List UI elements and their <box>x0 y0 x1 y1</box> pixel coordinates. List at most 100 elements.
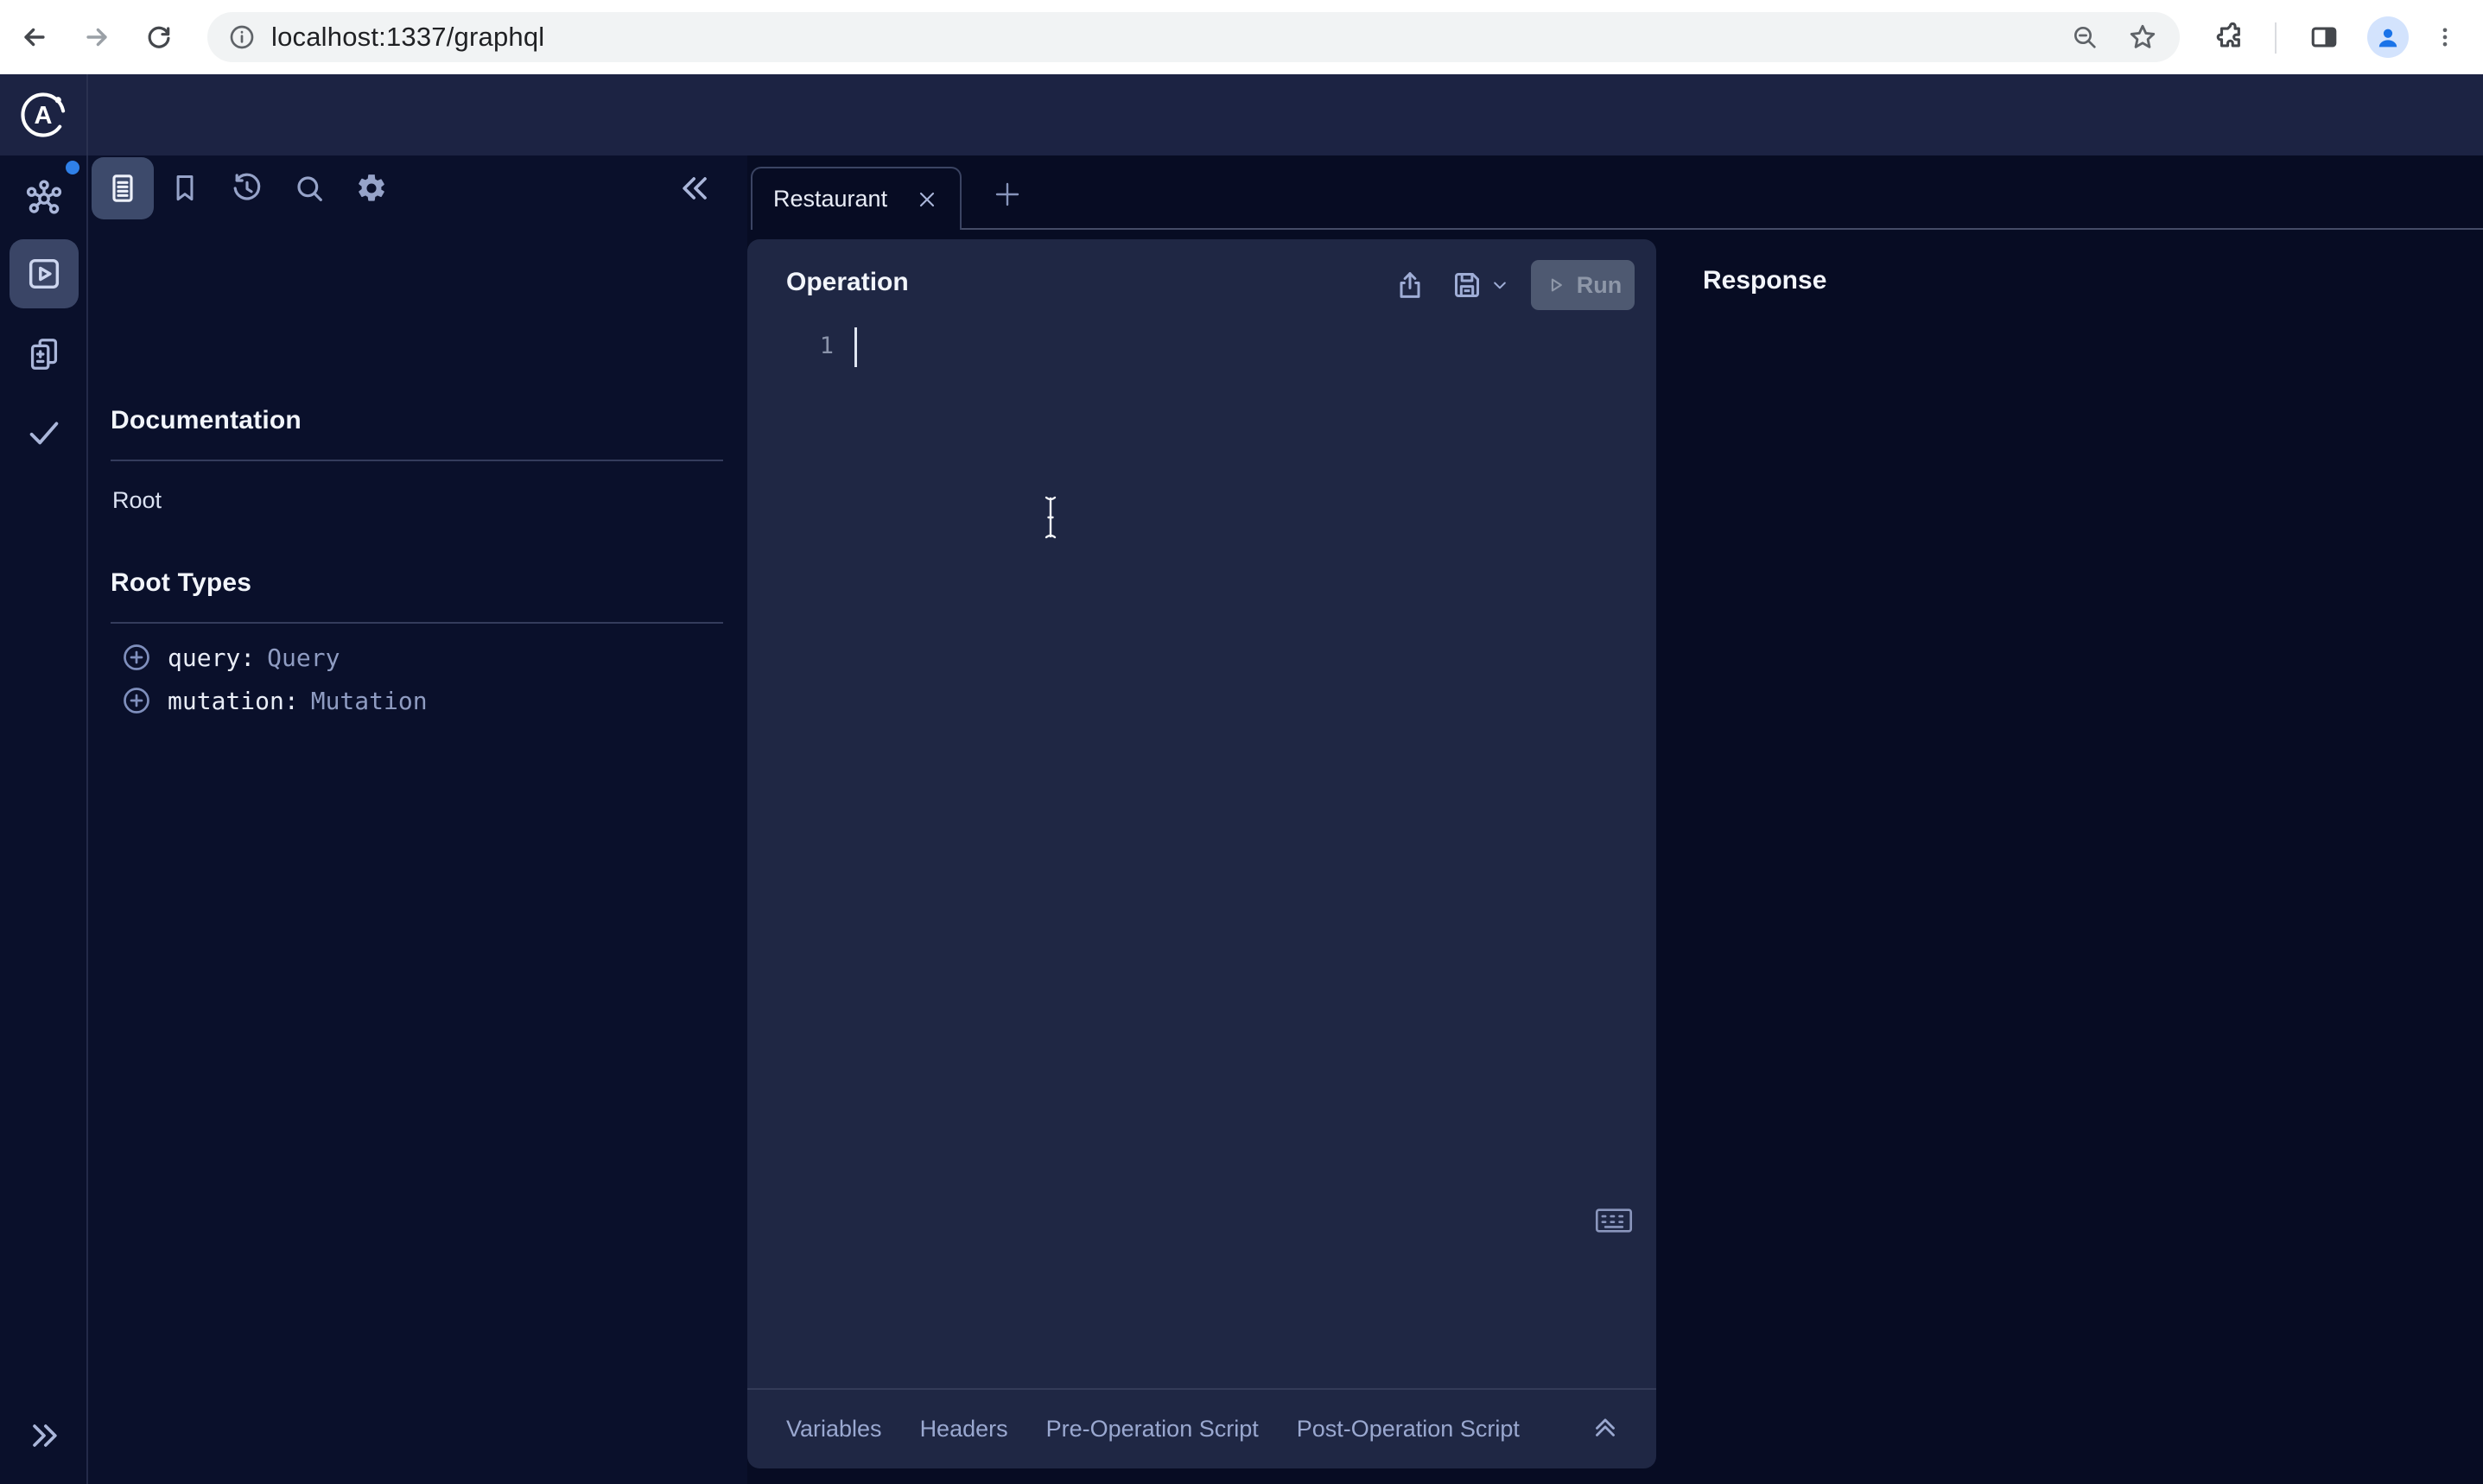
apollo-sandbox-page: localhost:1337/graphql A SAN <box>0 0 2483 1484</box>
ibeam-cursor-icon <box>1039 494 1062 541</box>
docs-tab-settings-button[interactable] <box>340 157 403 219</box>
browser-menu-button[interactable] <box>2433 25 2457 49</box>
expand-rail-button[interactable] <box>25 1417 63 1455</box>
docs-root-breadcrumb: Root <box>112 487 162 514</box>
schema-notification-dot <box>66 161 79 174</box>
url-text: localhost:1337/graphql <box>271 22 544 53</box>
bookmark-star-icon[interactable] <box>2128 22 2157 52</box>
svg-text:A: A <box>35 102 53 130</box>
new-tab-button[interactable] <box>986 173 1029 216</box>
browser-profile-avatar[interactable] <box>2367 16 2409 58</box>
bookmark-icon <box>168 172 201 205</box>
editor-line-number: 1 <box>747 333 834 359</box>
history-clock-icon <box>230 171 264 206</box>
docs-divider <box>111 460 723 461</box>
collapse-docs-panel-button[interactable] <box>664 157 727 219</box>
tab-label: Restaurant <box>773 186 887 212</box>
documentation-panel: Documentation Root Root Types query: Que… <box>88 155 747 1484</box>
save-menu-chevron[interactable] <box>1491 276 1508 294</box>
headers-tab[interactable]: Headers <box>920 1416 1008 1443</box>
docs-toolbar <box>92 157 403 219</box>
root-types-title: Root Types <box>111 568 251 598</box>
root-type-row-mutation: mutation: Mutation <box>121 681 428 720</box>
operation-tab-restaurant[interactable]: Restaurant <box>751 167 962 230</box>
main-content: Documentation Root Root Types query: Que… <box>0 155 2483 1484</box>
browser-back-button[interactable] <box>20 22 49 52</box>
share-export-icon <box>1393 268 1427 302</box>
back-arrow-icon <box>20 22 49 52</box>
operation-editor-panel: Operation Run <box>747 239 1656 1468</box>
nav-checks-button[interactable] <box>24 413 64 453</box>
operation-panel-title: Operation <box>786 268 909 297</box>
graph-network-icon <box>23 177 65 219</box>
root-types-divider <box>111 622 723 624</box>
field-type-query[interactable]: Query <box>267 644 340 672</box>
circle-plus-icon <box>121 642 152 673</box>
documentation-title: Documentation <box>111 406 302 435</box>
forward-arrow-icon <box>82 22 111 52</box>
reload-icon <box>145 23 173 51</box>
explorer-play-icon <box>24 254 64 294</box>
toolbar-divider <box>2275 22 2277 54</box>
side-panel-button[interactable] <box>2309 22 2339 52</box>
keyboard-icon <box>1594 1206 1634 1235</box>
docs-tab-documentation-button[interactable] <box>92 157 154 219</box>
plus-icon <box>992 179 1023 210</box>
add-query-field-button[interactable] <box>121 642 152 673</box>
address-bar[interactable]: localhost:1337/graphql <box>207 12 2180 62</box>
save-floppy-icon <box>1450 268 1484 302</box>
workspace-zone: Restaurant Operation <box>747 155 2483 1484</box>
chevrons-up-icon <box>1589 1413 1622 1446</box>
search-icon <box>292 171 327 206</box>
nav-schema-graph-button[interactable] <box>23 177 65 219</box>
field-type-mutation[interactable]: Mutation <box>311 687 428 715</box>
chevrons-right-icon <box>25 1417 63 1455</box>
logo-column: A <box>0 74 88 155</box>
variables-tab[interactable]: Variables <box>786 1416 882 1443</box>
run-button-label: Run <box>1577 272 1622 299</box>
operation-footer-bar: Variables Headers Pre-Operation Script P… <box>747 1388 1656 1468</box>
field-name-mutation[interactable]: mutation: <box>168 687 299 715</box>
share-operation-button[interactable] <box>1393 268 1427 302</box>
left-nav-rail <box>0 155 88 1484</box>
zoom-level-icon[interactable] <box>2071 23 2099 51</box>
site-info-icon[interactable] <box>228 23 256 51</box>
browser-reload-button[interactable] <box>145 23 173 51</box>
chevrons-left-icon <box>676 169 714 207</box>
puzzle-icon <box>2214 22 2244 52</box>
docs-tab-saved-operations-button[interactable] <box>154 157 216 219</box>
root-type-row-query: query: Query <box>121 637 340 677</box>
document-lines-icon <box>105 171 140 206</box>
tabbar-bottom-border <box>962 228 2483 230</box>
diff-pages-icon <box>24 334 64 374</box>
browser-forward-button[interactable] <box>82 22 111 52</box>
post-operation-script-tab[interactable]: Post-Operation Script <box>1297 1416 1520 1443</box>
extensions-button[interactable] <box>2214 22 2244 52</box>
response-panel-title: Response <box>1703 266 1826 295</box>
kebab-menu-icon <box>2433 25 2457 49</box>
field-name-query[interactable]: query: <box>168 644 255 672</box>
checkmark-icon <box>24 413 64 453</box>
add-mutation-field-button[interactable] <box>121 685 152 716</box>
operation-code-editor[interactable]: 1 <box>747 322 1656 1388</box>
run-operation-button[interactable]: Run <box>1531 260 1635 310</box>
expand-footer-panel-button[interactable] <box>1589 1413 1622 1446</box>
gear-icon <box>355 172 388 205</box>
docs-tab-search-button[interactable] <box>278 157 340 219</box>
apollo-header: A SANDBOX http://localhost:1337/gra… Pub… <box>0 74 2483 155</box>
save-operation-button[interactable] <box>1450 268 1484 302</box>
chevron-down-icon <box>1491 276 1508 294</box>
docs-tab-history-button[interactable] <box>216 157 278 219</box>
circle-plus-icon <box>121 685 152 716</box>
pre-operation-script-tab[interactable]: Pre-Operation Script <box>1046 1416 1259 1443</box>
keyboard-shortcuts-button[interactable] <box>1594 1206 1634 1235</box>
nav-explorer-button[interactable] <box>10 239 79 308</box>
editor-caret <box>854 327 857 367</box>
person-icon <box>2373 22 2403 52</box>
apollo-logo[interactable]: A <box>18 90 68 140</box>
browser-toolbar: localhost:1337/graphql <box>0 0 2483 74</box>
nav-changelog-button[interactable] <box>24 334 64 374</box>
close-tab-button[interactable] <box>915 187 939 212</box>
play-icon <box>1544 273 1568 297</box>
close-icon <box>915 187 939 212</box>
